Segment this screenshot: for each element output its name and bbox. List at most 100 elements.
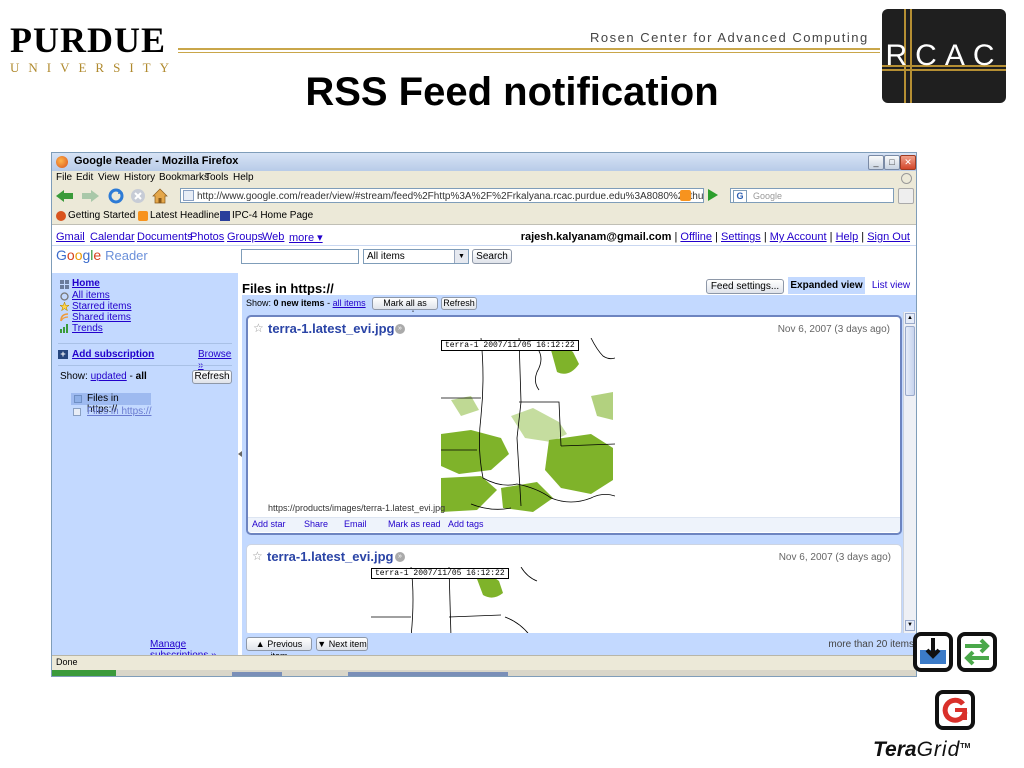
gbar-gmail[interactable]: Gmail: [56, 231, 85, 243]
forward-arrow-icon[interactable]: [80, 188, 100, 204]
reader-search-input[interactable]: [241, 249, 359, 264]
sidebar-all-items[interactable]: All items: [72, 290, 110, 301]
search-scope-select[interactable]: All items ▼: [363, 249, 469, 264]
sidebar-divider: [58, 365, 232, 366]
slide-title: RSS Feed notification: [305, 70, 719, 114]
menu-file[interactable]: File: [56, 172, 72, 183]
menu-bookmarks[interactable]: Bookmarks: [159, 172, 209, 183]
google-reader-logo[interactable]: Google Reader: [56, 247, 148, 263]
add-tags-action[interactable]: Add tags: [448, 519, 484, 529]
scrollbar-thumb[interactable]: [905, 326, 915, 396]
gbar-documents[interactable]: Documents: [137, 231, 193, 243]
gbar-photos[interactable]: Photos: [190, 231, 224, 243]
throbber-icon: [901, 173, 912, 184]
search-button[interactable]: Search: [472, 249, 512, 264]
feed-settings-dropdown[interactable]: Feed settings... ▼: [706, 279, 784, 305]
taskbar-item[interactable]: [232, 672, 282, 676]
home-icon[interactable]: [152, 188, 168, 204]
google-bar: Gmail Calendar Documents Photos Groups W…: [52, 231, 916, 246]
teragrid-compute-icon: [935, 690, 975, 730]
items-summary: Show: 0 new items - all items: [246, 298, 366, 308]
teragrid-exchange-icon: [957, 632, 997, 672]
gold-divider-thin: [178, 52, 880, 53]
gbar-groups[interactable]: Groups: [227, 231, 263, 243]
close-button[interactable]: ✕: [900, 155, 916, 170]
star-icon[interactable]: ☆: [252, 549, 263, 563]
menu-view[interactable]: View: [98, 172, 120, 183]
entry-title[interactable]: terra-1.latest_evi.jpg: [268, 321, 394, 336]
scroll-up-arrow-icon[interactable]: ▲: [905, 313, 915, 324]
go-button[interactable]: [708, 189, 718, 201]
menu-history[interactable]: History: [124, 172, 155, 183]
gbar-more[interactable]: more ▾: [289, 231, 323, 244]
image-timestamp-label: terra-1 2007/11/05 16:12:22: [441, 340, 579, 351]
previous-item-button[interactable]: ▲ Previous item: [246, 637, 312, 661]
reload-icon[interactable]: [108, 188, 124, 204]
mark-as-read-action[interactable]: Mark as read: [388, 519, 441, 529]
sidebar-home[interactable]: Home: [72, 278, 100, 289]
entries-scrollbar[interactable]: ▲ ▼: [903, 312, 916, 633]
mark-all-read-button[interactable]: Mark all as read: [372, 297, 438, 319]
all-items-link[interactable]: all items: [333, 298, 366, 308]
url-bar[interactable]: http://www.google.com/reader/view/#strea…: [180, 188, 704, 203]
window-title: Google Reader - Mozilla Firefox: [74, 155, 239, 167]
maximize-button[interactable]: □: [884, 155, 900, 170]
back-arrow-icon[interactable]: [55, 188, 75, 204]
minimize-button[interactable]: _: [868, 155, 884, 170]
menu-help[interactable]: Help: [233, 172, 254, 183]
items-toolbar: Show: 0 new items - all items Mark all a…: [242, 295, 916, 319]
web-search-box[interactable]: G Google: [730, 188, 894, 203]
reader-sidebar: Home All items Starred items Shared item…: [52, 273, 238, 661]
sidebar-shared-items[interactable]: Shared items: [72, 312, 131, 323]
refresh-button[interactable]: Refresh: [441, 297, 477, 310]
entry-link-icon[interactable]: »: [395, 324, 405, 334]
start-button[interactable]: [52, 670, 116, 676]
sidebar-starred-items[interactable]: Starred items: [72, 301, 131, 312]
taskbar-item[interactable]: [348, 672, 508, 676]
sidebar-footer: Manage subscriptions »: [52, 633, 238, 661]
subscription-item[interactable]: Files in https://: [87, 406, 151, 417]
more-items-count: more than 20 items: [828, 639, 914, 650]
sign-out-link[interactable]: Sign Out: [867, 231, 910, 243]
menu-tools[interactable]: Tools: [205, 172, 228, 183]
entry-card[interactable]: ☆ terra-1.latest_evi.jpg » Nov 6, 2007 (…: [246, 544, 902, 636]
show-updated-link[interactable]: updated: [91, 371, 127, 382]
status-bar: Done: [52, 655, 916, 670]
bookmark-ipc-home[interactable]: IPC-4 Home Page: [232, 210, 313, 221]
menu-edit[interactable]: Edit: [76, 172, 93, 183]
tab-expanded-view[interactable]: Expanded view: [788, 277, 865, 294]
entry-image[interactable]: [441, 337, 616, 516]
settings-link[interactable]: Settings: [721, 231, 761, 243]
entry-card[interactable]: ☆ terra-1.latest_evi.jpg » Nov 6, 2007 (…: [246, 315, 902, 535]
sidebar-refresh-button[interactable]: Refresh: [192, 370, 232, 384]
scroll-down-arrow-icon[interactable]: ▼: [905, 620, 915, 631]
bookmark-latest-headlines[interactable]: Latest Headlines: [150, 210, 225, 221]
teragrid-download-icon: [913, 632, 953, 672]
add-subscription-link[interactable]: Add subscription: [72, 349, 154, 360]
offline-link[interactable]: Offline: [680, 231, 712, 243]
add-star-action[interactable]: Add star: [252, 519, 286, 529]
gbar-calendar[interactable]: Calendar: [90, 231, 135, 243]
email-action[interactable]: Email: [344, 519, 367, 529]
search-engine-icon[interactable]: G: [733, 190, 747, 203]
bookmark-getting-started[interactable]: Getting Started: [68, 210, 135, 221]
entries-list[interactable]: ☆ terra-1.latest_evi.jpg » Nov 6, 2007 (…: [242, 312, 916, 636]
star-icon[interactable]: ☆: [253, 321, 264, 335]
browse-link[interactable]: Browse »: [198, 349, 234, 371]
show-all-selected[interactable]: all: [136, 371, 147, 382]
share-action[interactable]: Share: [304, 519, 328, 529]
entry-title[interactable]: terra-1.latest_evi.jpg: [267, 549, 393, 564]
entry-link-icon[interactable]: »: [395, 552, 405, 562]
menu-bar: File Edit View History Bookmarks Tools H…: [52, 171, 916, 185]
gbar-web[interactable]: Web: [262, 231, 284, 243]
gold-divider: [178, 48, 880, 50]
stop-icon[interactable]: [130, 188, 146, 204]
rss-feed-icon[interactable]: [680, 190, 691, 201]
subscription-item-selected[interactable]: Files in https://: [71, 393, 151, 415]
search-icon[interactable]: [898, 188, 914, 204]
next-item-button[interactable]: ▼ Next item: [316, 637, 368, 651]
help-link[interactable]: Help: [836, 231, 859, 243]
my-account-link[interactable]: My Account: [770, 231, 827, 243]
tab-list-view[interactable]: List view: [868, 277, 914, 294]
sidebar-trends[interactable]: Trends: [72, 323, 103, 334]
